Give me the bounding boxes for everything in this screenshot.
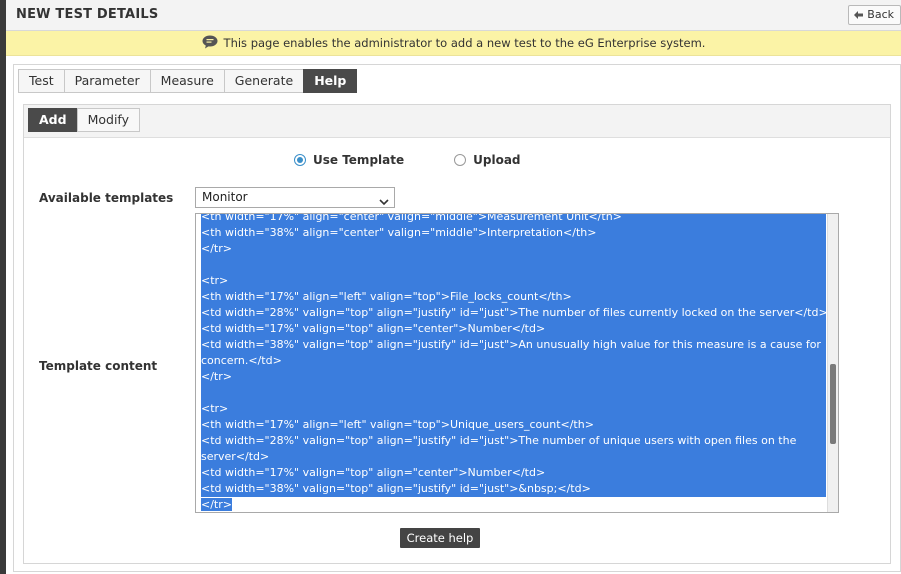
use-template-label: Use Template [313, 153, 405, 167]
page-title: NEW TEST DETAILS [16, 7, 159, 22]
subtab-add[interactable]: Add [28, 108, 78, 132]
create-help-button[interactable]: Create help [400, 528, 480, 548]
code-line: <td width="17%" valign="top" align="cent… [201, 466, 546, 479]
arrow-left-icon [853, 10, 864, 20]
tab-test[interactable]: Test [18, 69, 65, 93]
tab-parameter[interactable]: Parameter [63, 69, 151, 93]
use-template-radio[interactable] [294, 154, 306, 166]
speech-bubble-icon [202, 35, 218, 52]
main-tabs: Test Parameter Measure Generate Help [18, 69, 358, 93]
scrollbar-thumb[interactable] [830, 364, 836, 444]
template-select-value: Monitor [202, 190, 248, 204]
test-details-panel: Test Parameter Measure Generate Help Add… [13, 64, 901, 572]
back-button-label: Back [867, 8, 894, 21]
tab-help[interactable]: Help [303, 69, 358, 93]
code-line: <td width="38%" valign="top" align="just… [201, 482, 591, 495]
code-line: </tr> [201, 242, 232, 255]
code-line: <td width="28%" valign="top" align="just… [201, 434, 797, 463]
template-select[interactable]: Monitor [195, 187, 395, 208]
back-button[interactable]: Back [848, 5, 901, 25]
code-line: <th width="17%" align="left" valign="top… [201, 418, 594, 431]
upload-label: Upload [473, 153, 521, 167]
left-edge-strip [0, 0, 6, 574]
textarea-scrollbar[interactable] [827, 214, 838, 512]
subtab-modify[interactable]: Modify [76, 108, 140, 132]
template-content-label: Template content [39, 359, 158, 373]
tab-measure[interactable]: Measure [149, 69, 225, 93]
selected-text-block: <th width="17%" align="center" valign="m… [201, 213, 828, 497]
template-content-text: <th width="17%" align="center" valign="m… [201, 213, 828, 512]
help-panel: Add Modify Use Template Upload Available… [23, 104, 891, 564]
code-line: <th width="17%" align="center" valign="m… [201, 213, 622, 223]
code-line: <tr> [201, 274, 229, 287]
chevron-down-icon [379, 193, 389, 212]
subtabs-bar: Add Modify [24, 105, 890, 138]
code-line: </tr> [201, 497, 826, 512]
use-template-option[interactable]: Use Template [294, 153, 404, 167]
tab-generate[interactable]: Generate [223, 69, 305, 93]
code-line: <tr> [201, 402, 229, 415]
code-line: <th width="38%" align="center" valign="m… [201, 226, 597, 239]
code-line: <td width="28%" valign="top" align="just… [201, 306, 828, 319]
source-radio-group: Use Template Upload [294, 153, 521, 167]
template-content-textarea[interactable]: <th width="17%" align="center" valign="m… [195, 213, 839, 513]
code-line: <td width="38%" valign="top" align="just… [201, 338, 821, 367]
page-header: NEW TEST DETAILS Back [6, 0, 901, 31]
upload-radio[interactable] [454, 154, 467, 166]
code-line: <td width="17%" valign="top" align="cent… [201, 322, 546, 335]
help-subtabs: Add Modify [28, 108, 140, 132]
selected-last-line: </tr> [201, 498, 232, 511]
info-message-bar: This page enables the administrator to a… [6, 31, 901, 56]
code-line: </tr> [201, 370, 232, 383]
code-line: <th width="17%" align="left" valign="top… [201, 290, 572, 303]
available-templates-label: Available templates [39, 191, 174, 205]
info-message-text: This page enables the administrator to a… [223, 36, 706, 50]
upload-option[interactable]: Upload [454, 153, 521, 167]
